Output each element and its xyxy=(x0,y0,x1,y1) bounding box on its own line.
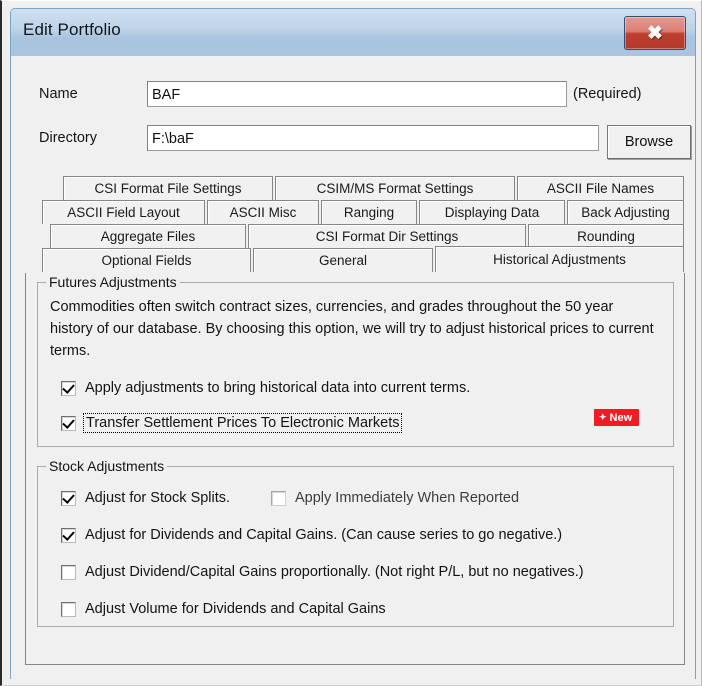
star-icon: ✦ xyxy=(599,412,607,422)
checkbox-box[interactable] xyxy=(61,601,76,617)
tab-label: CSIM/MS Format Settings xyxy=(316,181,474,196)
checkbox-adjust-dividends-capital-gains[interactable]: Adjust for Dividends and Capital Gains. … xyxy=(61,527,562,543)
tab-label: Historical Adjustments xyxy=(493,252,626,267)
tab-csi-format-dir-settings[interactable]: CSI Format Dir Settings xyxy=(248,224,526,248)
tab-label: Rounding xyxy=(577,229,635,244)
checkbox-box[interactable] xyxy=(61,564,76,580)
close-button[interactable]: ✖ xyxy=(624,16,686,50)
tab-optional-fields[interactable]: Optional Fields xyxy=(42,248,251,272)
browse-button[interactable]: Browse xyxy=(607,125,691,159)
checkbox-label: Adjust for Dividends and Capital Gains. … xyxy=(85,527,563,543)
checkbox-adjust-dividend-proportionally[interactable]: Adjust Dividend/Capital Gains proportion… xyxy=(61,564,584,580)
tab-aggregate-files[interactable]: Aggregate Files xyxy=(50,224,246,248)
checkbox-box[interactable] xyxy=(61,490,76,506)
tab-ascii-field-layout[interactable]: ASCII Field Layout xyxy=(42,200,205,224)
checkbox-label: Adjust Dividend/Capital Gains proportion… xyxy=(85,564,584,580)
tab-page-historical-adjustments: Futures Adjustments Commodities often sw… xyxy=(25,273,685,665)
tab-label: Displaying Data xyxy=(444,205,540,220)
tab-general[interactable]: General xyxy=(253,248,433,272)
tab-label: Ranging xyxy=(343,205,395,220)
tab-csim-ms-format-settings[interactable]: CSIM/MS Format Settings xyxy=(275,176,515,200)
tab-bar: CSI Format File Settings CSIM/MS Format S… xyxy=(25,176,687,272)
tab-ascii-misc[interactable]: ASCII Misc xyxy=(207,200,319,224)
tab-row: Aggregate Files CSI Format Dir Settings Ro… xyxy=(25,224,687,248)
tab-csi-format-file-settings[interactable]: CSI Format File Settings xyxy=(63,176,273,200)
tab-rounding[interactable]: Rounding xyxy=(528,224,684,248)
directory-label: Directory xyxy=(39,130,98,146)
tab-label: ASCII File Names xyxy=(546,181,655,196)
new-badge-label: New xyxy=(609,411,633,424)
tab-label: CSI Format File Settings xyxy=(94,181,242,196)
futures-description: Commodities often switch contract sizes,… xyxy=(50,299,654,359)
dialog-body: Name (Required) Directory Browse CSI For… xyxy=(11,56,695,679)
checkbox-apply-immediately-when-reported[interactable]: Apply Immediately When Reported xyxy=(271,490,519,506)
new-badge: ✦ New xyxy=(594,409,640,426)
tab-label: Aggregate Files xyxy=(100,229,196,244)
checkbox-box[interactable] xyxy=(271,490,286,506)
stock-adjustments-title: Stock Adjustments xyxy=(46,458,168,474)
tab-row: ASCII Field Layout ASCII Misc Ranging Displ… xyxy=(25,200,687,224)
tab-row: Optional Fields General Historical Adjustm… xyxy=(25,246,687,272)
tab-row: CSI Format File Settings CSIM/MS Format S… xyxy=(25,176,687,200)
tab-label: ASCII Field Layout xyxy=(67,205,180,220)
tab-label: CSI Format Dir Settings xyxy=(315,229,459,244)
stock-adjustments-group: Stock Adjustments Adjust for Stock Split… xyxy=(37,458,674,627)
checkbox-transfer-settlement-prices[interactable]: Transfer Settlement Prices To Electronic… xyxy=(61,413,403,433)
tab-ranging[interactable]: Ranging xyxy=(321,200,417,224)
tab-label: ASCII Misc xyxy=(229,205,297,220)
checkbox-label: Adjust for Stock Splits. xyxy=(85,490,231,506)
name-input[interactable] xyxy=(147,81,567,107)
window-title: Edit Portfolio xyxy=(23,20,121,39)
tab-ascii-file-names[interactable]: ASCII File Names xyxy=(517,176,684,200)
checkbox-box[interactable] xyxy=(61,380,76,396)
checkbox-box[interactable] xyxy=(61,527,76,543)
name-label: Name xyxy=(39,86,78,102)
name-required-hint: (Required) xyxy=(573,86,642,102)
checkbox-label: Apply adjustments to bring historical da… xyxy=(85,380,471,396)
futures-adjustments-title: Futures Adjustments xyxy=(46,274,180,290)
tab-displaying-data[interactable]: Displaying Data xyxy=(419,200,565,224)
checkbox-adjust-stock-splits[interactable]: Adjust for Stock Splits. xyxy=(61,490,230,506)
checkbox-label: Apply Immediately When Reported xyxy=(295,490,520,506)
checkbox-label: Adjust Volume for Dividends and Capital … xyxy=(85,601,386,617)
checkbox-adjust-volume-dividends[interactable]: Adjust Volume for Dividends and Capital … xyxy=(61,601,386,617)
checkbox-label: Transfer Settlement Prices To Electronic… xyxy=(82,413,403,433)
checkbox-box[interactable] xyxy=(61,415,76,431)
checkbox-apply-adjustments[interactable]: Apply adjustments to bring historical da… xyxy=(61,380,470,396)
tab-label: General xyxy=(318,253,368,268)
tab-label: Back Adjusting xyxy=(581,205,670,220)
tab-historical-adjustments[interactable]: Historical Adjustments xyxy=(435,246,684,272)
futures-adjustments-group: Futures Adjustments Commodities often sw… xyxy=(37,274,674,447)
directory-input[interactable] xyxy=(147,125,599,151)
close-icon: ✖ xyxy=(647,22,663,44)
tab-back-adjusting[interactable]: Back Adjusting xyxy=(567,200,684,224)
tab-label: Optional Fields xyxy=(101,253,192,268)
edit-portfolio-window: Edit Portfolio ✖ Name (Required) Directo… xyxy=(0,0,702,686)
title-bar: Edit Portfolio ✖ xyxy=(11,9,695,56)
